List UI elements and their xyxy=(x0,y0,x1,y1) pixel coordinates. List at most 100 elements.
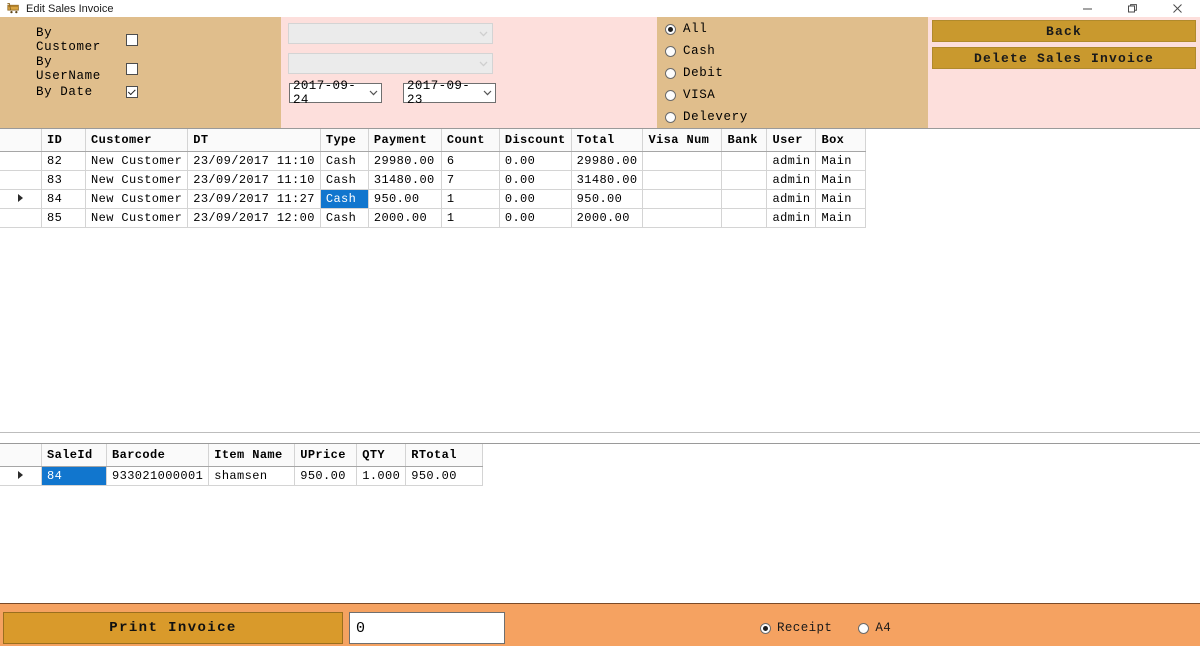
radio-delevery-icon[interactable] xyxy=(665,112,676,123)
invoice-grid-column-header[interactable]: Discount xyxy=(499,129,571,152)
invoice-grid-cell[interactable]: 23/09/2017 11:27 xyxy=(188,190,321,209)
detail-grid-cell[interactable]: 1.000 xyxy=(357,467,406,486)
invoice-grid-cell[interactable]: New Customer xyxy=(86,171,188,190)
invoice-grid-column-header[interactable]: Payment xyxy=(368,129,441,152)
invoice-grid-cell[interactable]: admin xyxy=(767,209,816,228)
radio-visa-icon[interactable] xyxy=(665,90,676,101)
invoice-grid-cell[interactable]: 2000.00 xyxy=(368,209,441,228)
radio-a4-icon[interactable] xyxy=(858,623,869,634)
invoice-grid-cell[interactable]: admin xyxy=(767,190,816,209)
filter-by-username-checkbox[interactable] xyxy=(126,63,138,75)
invoice-grid-column-header[interactable]: ID xyxy=(42,129,86,152)
invoice-grid-cell[interactable]: Main xyxy=(816,171,866,190)
invoice-grid-cell[interactable]: 1 xyxy=(441,190,499,209)
invoice-grid-cell[interactable]: admin xyxy=(767,152,816,171)
minimize-icon[interactable] xyxy=(1065,0,1110,17)
username-combo[interactable] xyxy=(288,53,493,74)
filter-by-customer[interactable]: By Customer xyxy=(36,26,138,54)
date-from-picker[interactable]: 2017-09-24 xyxy=(289,83,382,103)
invoice-grid-row-selector[interactable] xyxy=(0,190,42,209)
invoice-grid-row[interactable]: 84New Customer23/09/2017 11:27Cash950.00… xyxy=(0,190,866,209)
invoice-grid-cell[interactable] xyxy=(722,209,767,228)
print-invoice-button[interactable]: Print Invoice xyxy=(3,612,343,644)
detail-grid-cell[interactable]: 84 xyxy=(42,467,107,486)
invoice-grid-cell[interactable]: admin xyxy=(767,171,816,190)
invoice-grid-column-header[interactable]: Type xyxy=(320,129,368,152)
invoice-grid-cell[interactable]: 0.00 xyxy=(499,209,571,228)
invoice-grid-row[interactable]: 83New Customer23/09/2017 11:10Cash31480.… xyxy=(0,171,866,190)
invoice-grid[interactable]: IDCustomerDTTypePaymentCountDiscountTota… xyxy=(0,129,866,228)
invoice-grid-cell[interactable] xyxy=(722,190,767,209)
detail-grid-column-header[interactable]: RTotal xyxy=(406,444,483,467)
invoice-grid-cell[interactable]: 31480.00 xyxy=(571,171,643,190)
invoice-grid-cell[interactable] xyxy=(643,171,722,190)
payment-type-visa[interactable]: VISA xyxy=(665,88,715,102)
invoice-grid-cell[interactable]: 23/09/2017 12:00 xyxy=(188,209,321,228)
detail-grid-row[interactable]: 84933021000001shamsen950.001.000950.00 xyxy=(0,467,483,486)
invoice-grid-cell[interactable]: New Customer xyxy=(86,190,188,209)
invoice-grid-cell[interactable] xyxy=(722,152,767,171)
invoice-grid-cell[interactable]: Main xyxy=(816,152,866,171)
detail-grid-body[interactable]: 84933021000001shamsen950.001.000950.00 xyxy=(0,467,483,486)
invoice-grid-cell[interactable]: 6 xyxy=(441,152,499,171)
invoice-grid-row-selector[interactable] xyxy=(0,152,42,171)
invoice-grid-cell[interactable]: Main xyxy=(816,209,866,228)
detail-grid-column-header[interactable]: Barcode xyxy=(107,444,209,467)
invoice-grid-cell[interactable] xyxy=(643,209,722,228)
print-format-receipt[interactable]: Receipt xyxy=(760,621,832,635)
invoice-grid-row[interactable]: 82New Customer23/09/2017 11:10Cash29980.… xyxy=(0,152,866,171)
delete-sales-invoice-button[interactable]: Delete Sales Invoice xyxy=(932,47,1196,69)
invoice-grid-cell[interactable] xyxy=(643,152,722,171)
invoice-grid-cell[interactable]: Cash xyxy=(320,171,368,190)
detail-grid-area[interactable]: SaleIdBarcodeItem NameUPriceQTYRTotal 84… xyxy=(0,443,1200,603)
invoice-grid-cell[interactable]: 23/09/2017 11:10 xyxy=(188,171,321,190)
invoice-grid-cell[interactable]: 2000.00 xyxy=(571,209,643,228)
invoice-grid-cell[interactable]: 82 xyxy=(42,152,86,171)
invoice-grid-cell[interactable]: 950.00 xyxy=(368,190,441,209)
payment-type-debit[interactable]: Debit xyxy=(665,66,724,80)
close-icon[interactable] xyxy=(1155,0,1200,17)
invoice-grid-cell[interactable]: Main xyxy=(816,190,866,209)
invoice-grid-column-header[interactable]: DT xyxy=(188,129,321,152)
invoice-grid-body[interactable]: 82New Customer23/09/2017 11:10Cash29980.… xyxy=(0,152,866,228)
invoice-grid-cell[interactable]: Cash xyxy=(320,209,368,228)
invoice-grid-cell[interactable]: 84 xyxy=(42,190,86,209)
invoice-grid-cell[interactable] xyxy=(643,190,722,209)
invoice-grid-column-header[interactable]: Bank xyxy=(722,129,767,152)
invoice-grid-cell[interactable]: Cash xyxy=(320,152,368,171)
invoice-grid-column-header[interactable]: User xyxy=(767,129,816,152)
invoice-grid-cell[interactable]: 85 xyxy=(42,209,86,228)
invoice-grid-column-header[interactable]: Box xyxy=(816,129,866,152)
detail-grid-cell[interactable]: 933021000001 xyxy=(107,467,209,486)
detail-grid-row-selector[interactable] xyxy=(0,467,42,486)
detail-grid-cell[interactable]: shamsen xyxy=(209,467,295,486)
invoice-grid-cell[interactable]: 7 xyxy=(441,171,499,190)
invoice-grid-cell[interactable]: 29980.00 xyxy=(368,152,441,171)
invoice-grid-cell[interactable]: 1 xyxy=(441,209,499,228)
invoice-grid-row[interactable]: 85New Customer23/09/2017 12:00Cash2000.0… xyxy=(0,209,866,228)
detail-grid-column-header[interactable]: Item Name xyxy=(209,444,295,467)
invoice-grid-row-selector[interactable] xyxy=(0,209,42,228)
filter-by-customer-checkbox[interactable] xyxy=(126,34,138,46)
detail-grid-cell[interactable]: 950.00 xyxy=(295,467,357,486)
payment-type-all[interactable]: All xyxy=(665,22,707,36)
invoice-grid-cell[interactable]: 29980.00 xyxy=(571,152,643,171)
date-to-picker[interactable]: 2017-09-23 xyxy=(403,83,496,103)
invoice-grid-cell[interactable]: Cash xyxy=(320,190,368,209)
invoice-grid-cell[interactable]: New Customer xyxy=(86,209,188,228)
radio-receipt-icon[interactable] xyxy=(760,623,771,634)
invoice-grid-cell[interactable]: 0.00 xyxy=(499,171,571,190)
customer-combo[interactable] xyxy=(288,23,493,44)
filter-by-date-checkbox[interactable] xyxy=(126,86,138,98)
radio-all-icon[interactable] xyxy=(665,24,676,35)
back-button[interactable]: Back xyxy=(932,20,1196,42)
invoice-grid-cell[interactable]: 31480.00 xyxy=(368,171,441,190)
print-format-a4[interactable]: A4 xyxy=(858,621,891,635)
detail-grid-column-header[interactable]: SaleId xyxy=(42,444,107,467)
invoice-grid-area[interactable]: IDCustomerDTTypePaymentCountDiscountTota… xyxy=(0,128,1200,433)
invoice-grid-row-selector[interactable] xyxy=(0,171,42,190)
detail-grid[interactable]: SaleIdBarcodeItem NameUPriceQTYRTotal 84… xyxy=(0,444,483,486)
filter-by-date[interactable]: By Date xyxy=(36,85,138,99)
invoice-grid-cell[interactable]: 23/09/2017 11:10 xyxy=(188,152,321,171)
detail-grid-cell[interactable]: 950.00 xyxy=(406,467,483,486)
